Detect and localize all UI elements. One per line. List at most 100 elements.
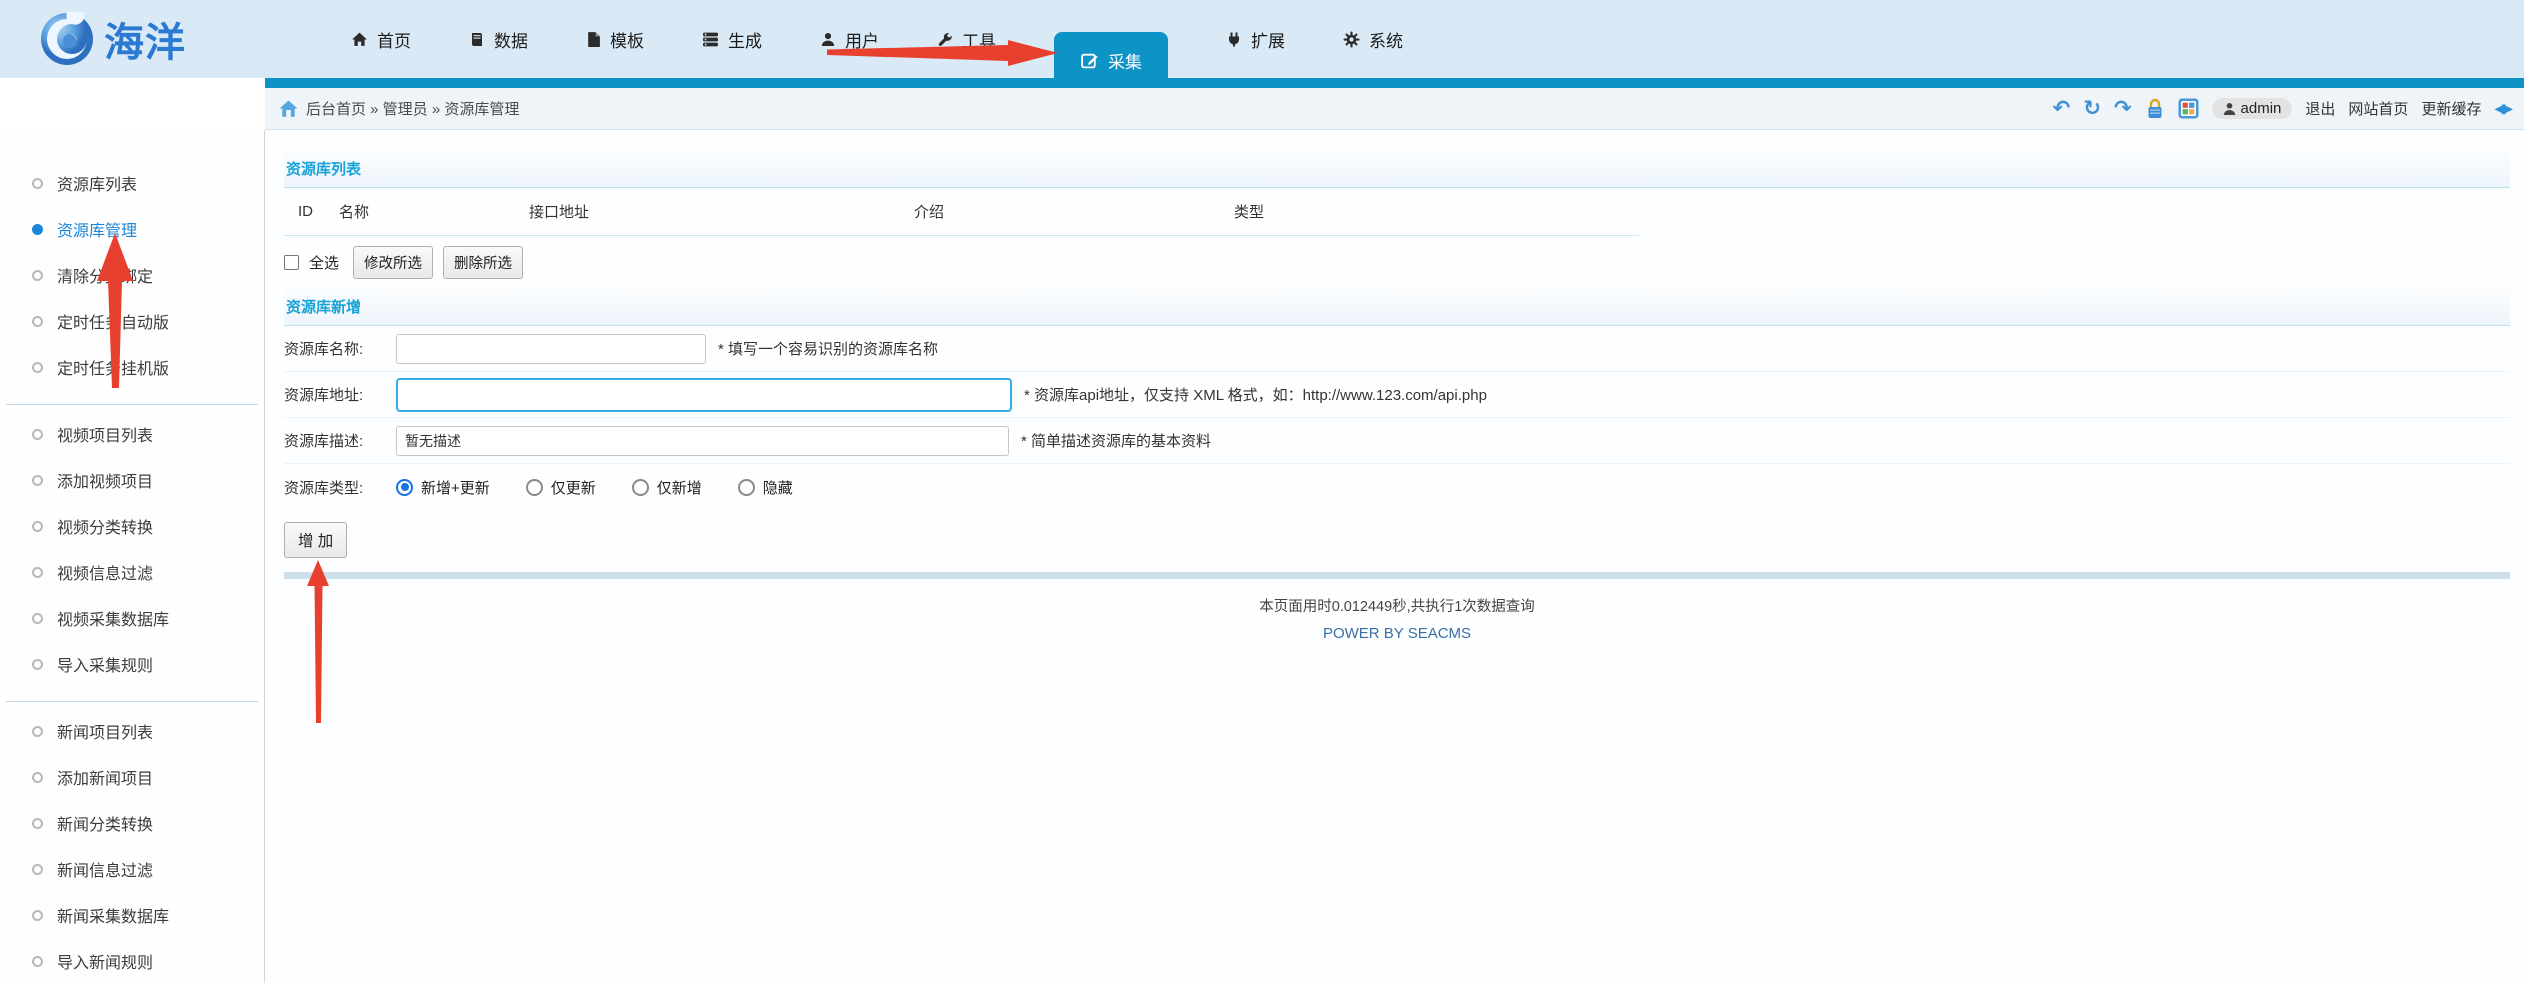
column-id: ID [284,203,339,220]
bullet-icon [32,818,43,829]
bullet-icon [32,659,43,670]
top-header: 海洋 首页 数据 模板 生成 用户 [0,0,2524,78]
resource-type-radio-group: 新增+更新 仅更新 仅新增 隐藏 [396,477,793,498]
nav-item-collect[interactable]: 采集 [1054,32,1168,88]
resource-url-input[interactable] [396,378,1012,412]
sidebar-item-add-video-project[interactable]: 添加视频项目 [6,457,258,503]
generate-icon [702,31,719,48]
current-user-badge[interactable]: admin [2212,98,2293,119]
bullet-icon [32,316,43,327]
radio-option-add-update[interactable]: 新增+更新 [396,477,490,498]
section-title: 资源库列表 [286,158,361,179]
select-all-checkbox[interactable] [284,255,299,270]
delete-selected-button[interactable]: 删除所选 [443,246,523,279]
bullet-icon [32,726,43,737]
page-footer: 本页面用时0.012449秒,共执行1次数据查询 POWER BY SEACMS [284,595,2510,642]
forward-icon[interactable]: ↷ [2114,98,2132,119]
user-icon [2223,102,2236,116]
user-icon [820,31,836,48]
sidebar-item-video-category-convert[interactable]: 视频分类转换 [6,503,258,549]
desc-field-label: 资源库描述: [284,430,396,451]
column-api-url: 接口地址 [529,201,914,222]
database-icon [469,31,485,48]
radio-option-update-only[interactable]: 仅更新 [526,477,596,498]
nav-item-tools[interactable]: 工具 [937,27,996,52]
name-field-label: 资源库名称: [284,338,396,359]
logout-link[interactable]: 退出 [2305,98,2335,119]
bullet-icon [32,864,43,875]
form-row-name: 资源库名称: * 填写一个容易识别的资源库名称 [284,326,2510,372]
radio-icon [738,479,755,496]
sidebar-item-news-project-list[interactable]: 新闻项目列表 [6,708,258,754]
sidebar-item-add-news-project[interactable]: 添加新闻项目 [6,754,258,800]
home-icon [279,100,298,118]
sidebar-item-resource-list[interactable]: 资源库列表 [6,160,258,206]
sidebar-item-video-info-filter[interactable]: 视频信息过滤 [6,549,258,595]
bullet-icon [32,475,43,486]
desc-field-hint: * 简单描述资源库的基本资料 [1021,430,1211,451]
sidebar-item-video-project-list[interactable]: 视频项目列表 [6,411,258,457]
extend-icon [1226,31,1242,48]
type-field-label: 资源库类型: [284,477,396,498]
breadcrumb-path: 后台首页 » 管理员 » 资源库管理 [306,98,519,119]
column-type: 类型 [1234,201,1639,222]
brand-name: 海洋 [104,10,186,68]
back-icon[interactable]: ↶ [2053,98,2071,119]
sidebar-item-resource-manage[interactable]: 资源库管理 [6,206,258,252]
radio-icon [632,479,649,496]
sidebar-item-timed-task-auto[interactable]: 定时任务自动版 [6,298,258,344]
refresh-cache-link[interactable]: 更新缓存 [2421,98,2481,119]
sidebar-item-import-collect-rules[interactable]: 导入采集规则 [6,641,258,687]
sidebar-group-resource: 资源库列表 资源库管理 清除分类绑定 定时任务自动版 定时任务挂机版 [6,154,258,405]
nav-item-extend[interactable]: 扩展 [1226,27,1285,52]
footer-power-link[interactable]: POWER BY SEACMS [284,625,2510,642]
bullet-icon [32,224,43,235]
bullet-icon [32,270,43,281]
sidebar-item-clear-category-binding[interactable]: 清除分类绑定 [6,252,258,298]
bullet-icon [32,521,43,532]
bullet-icon [32,178,43,189]
sidebar-item-news-info-filter[interactable]: 新闻信息过滤 [6,846,258,892]
nav-item-system[interactable]: 系统 [1343,27,1403,52]
radio-icon [526,479,543,496]
url-field-hint: * 资源库api地址，仅支持 XML 格式，如：http://www.123.c… [1024,384,1487,405]
template-icon [586,31,601,48]
radio-option-add-only[interactable]: 仅新增 [632,477,702,498]
radio-option-hidden[interactable]: 隐藏 [738,477,793,498]
sidebar: 资源库列表 资源库管理 清除分类绑定 定时任务自动版 定时任务挂机版 视频项目列… [0,130,265,983]
nav-item-template[interactable]: 模板 [586,27,644,52]
form-row-desc: 资源库描述: * 简单描述资源库的基本资料 [284,418,2510,464]
apps-grid-icon[interactable] [2178,98,2199,119]
nav-item-user[interactable]: 用户 [820,27,879,52]
bullet-icon [32,956,43,967]
nav-underline-bar [265,78,2524,88]
sidebar-item-video-collect-db[interactable]: 视频采集数据库 [6,595,258,641]
resource-desc-input[interactable] [396,426,1009,456]
sidebar-group-news: 新闻项目列表 添加新闻项目 新闻分类转换 新闻信息过滤 新闻采集数据库 导入新闻… [6,702,258,983]
add-button[interactable]: 增 加 [284,522,347,558]
batch-actions-row: 全选 修改所选 删除所选 [284,236,2510,288]
modify-selected-button[interactable]: 修改所选 [353,246,433,279]
resource-list-section-header: 资源库列表 [284,150,2510,188]
nav-item-data[interactable]: 数据 [469,27,528,52]
main-nav: 首页 数据 模板 生成 用户 工具 [351,0,1403,78]
nav-item-home[interactable]: 首页 [351,27,411,52]
brand-logo[interactable]: 海洋 [0,10,265,68]
collapse-toggle-icon[interactable]: ◀▶ [2494,100,2510,117]
bullet-icon [32,910,43,921]
lock-icon[interactable] [2145,98,2165,120]
sidebar-item-news-category-convert[interactable]: 新闻分类转换 [6,800,258,846]
resource-name-input[interactable] [396,334,706,364]
nav-item-generate[interactable]: 生成 [702,27,762,52]
bullet-icon [32,772,43,783]
main-content: 资源库列表 ID 名称 接口地址 介绍 类型 全选 修改所选 删除所选 资源库新… [266,130,2524,983]
section-title: 资源库新增 [286,296,361,317]
sidebar-item-timed-task-hang[interactable]: 定时任务挂机版 [6,344,258,390]
divider-strip [284,572,2510,579]
resource-table-header: ID 名称 接口地址 介绍 类型 [284,188,1639,236]
sidebar-item-import-news-rules[interactable]: 导入新闻规则 [6,938,258,983]
username: admin [2241,100,2282,117]
sidebar-item-news-collect-db[interactable]: 新闻采集数据库 [6,892,258,938]
refresh-icon[interactable]: ↻ [2083,98,2101,119]
site-home-link[interactable]: 网站首页 [2348,98,2408,119]
